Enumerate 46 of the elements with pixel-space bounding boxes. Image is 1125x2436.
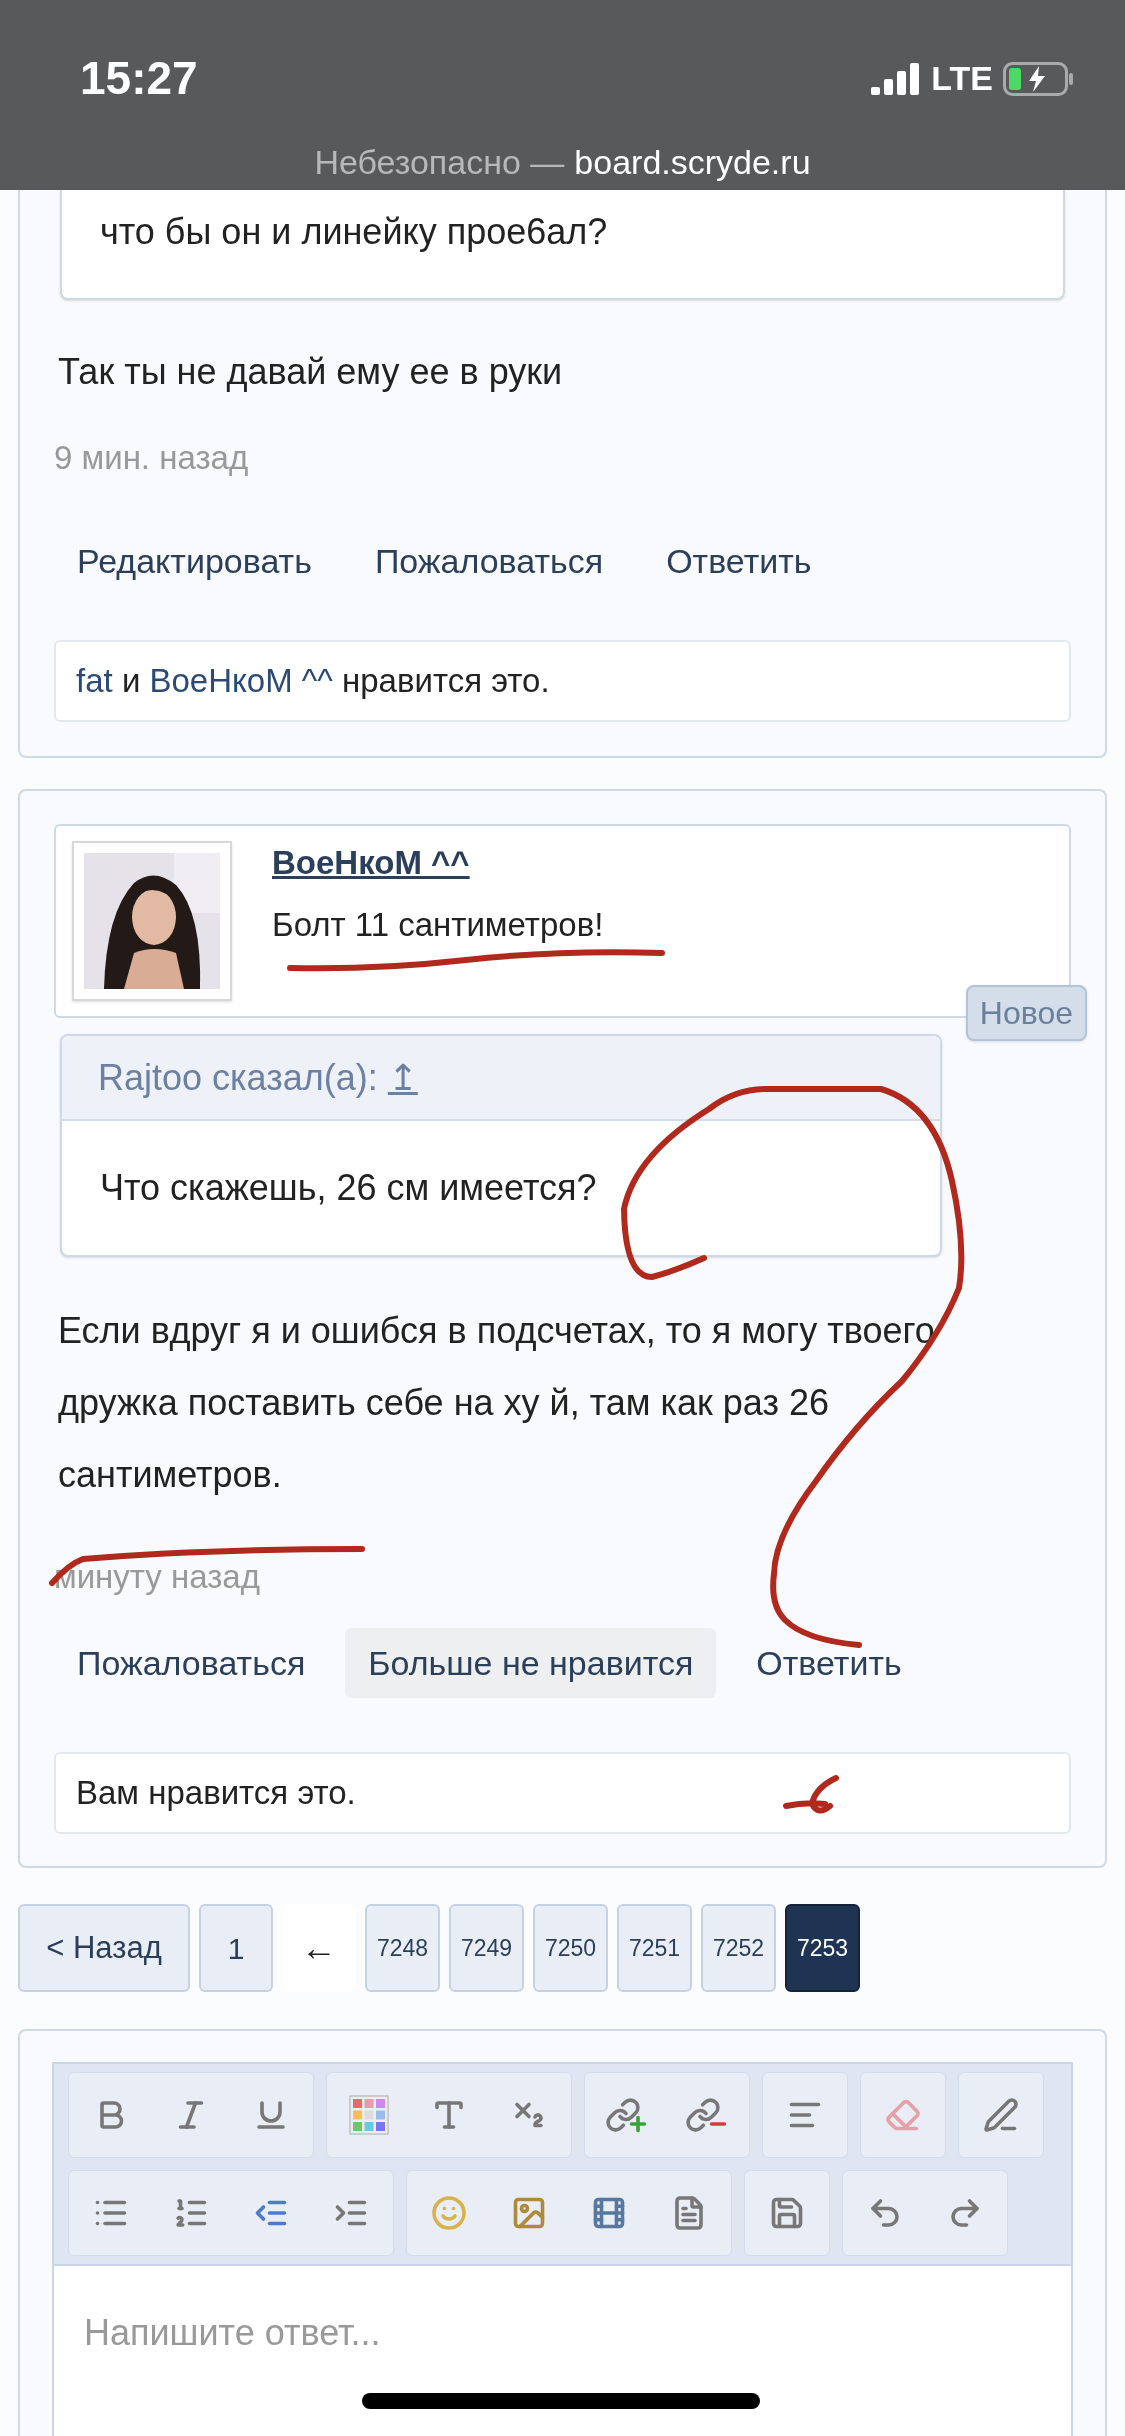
post-action[interactable]: Больше не нравится [345, 1628, 717, 1698]
page-button[interactable]: 7249 [449, 1904, 524, 1992]
page-button[interactable]: 1 [199, 1904, 273, 1992]
post-text: Так ты не давай ему ее в руки [57, 352, 564, 392]
network-label: LTE [931, 58, 993, 99]
page-button[interactable]: 7250 [533, 1904, 608, 1992]
likes-text: Вам нравится это. [76, 1773, 356, 1814]
film-icon [591, 2195, 627, 2231]
post-action[interactable]: Пожаловаться [351, 526, 627, 596]
post-action[interactable]: Редактировать [54, 526, 335, 596]
page-button[interactable]: 7252 [701, 1904, 776, 1992]
quote-text: Что скажешь, 26 см имеется? [99, 1166, 598, 1210]
post-text: Если вдруг я и ошибся в подсчетах, то я могу твоего дружка поставить себе на ху й, там как раз 26 сантиметров. [57, 1309, 936, 1497]
signal-icon [871, 62, 922, 95]
image-icon [511, 2195, 547, 2231]
quote-text: что бы он и линейку прое6ал? [100, 212, 609, 252]
color-grid-icon [349, 2095, 389, 2135]
smiley-icon [431, 2195, 467, 2231]
page-button[interactable]: 7253 [785, 1904, 860, 1992]
new-badge: Новое [965, 985, 1087, 1041]
link-plus-icon [605, 2095, 649, 2135]
security-label: Небезопасно — [314, 142, 565, 183]
post-time: 9 мин. назад [54, 438, 249, 478]
page-button[interactable]: 7251 [617, 1904, 692, 1992]
link-minus-icon [685, 2095, 729, 2135]
user-link[interactable]: ВоеНкоМ ^^ [149, 662, 333, 700]
quote-author: Rajtoo сказал(а): [98, 1055, 378, 1100]
battery-icon [1003, 61, 1075, 96]
eraser-icon [885, 2097, 921, 2133]
reply-field[interactable]: Напишите ответ... [52, 2266, 1073, 2436]
page-button[interactable]: ← [282, 1904, 356, 1992]
post-action[interactable]: Пожаловаться [54, 1628, 329, 1698]
jump-link[interactable]: ↥ [387, 1050, 418, 1105]
url-text: board.scryde.ru [574, 142, 811, 183]
clock: 15:27 [80, 51, 198, 106]
username-link[interactable]: ВоеНкоМ ^^ [272, 843, 604, 883]
user-link[interactable]: fat [76, 662, 113, 700]
post-time: минуту назад [54, 1557, 260, 1597]
pen-icon [983, 2097, 1019, 2133]
post-action[interactable]: Ответить [643, 526, 835, 596]
save-icon [769, 2195, 805, 2231]
post-action[interactable]: Ответить [733, 1628, 925, 1698]
author-message: Болт 11 сантиметров! [272, 906, 604, 943]
page-button[interactable]: 7248 [365, 1904, 440, 1992]
likes-text: fat и ВоеНкоМ ^^ нравится это. [76, 661, 550, 702]
back-button[interactable]: < Назад [18, 1904, 190, 1992]
